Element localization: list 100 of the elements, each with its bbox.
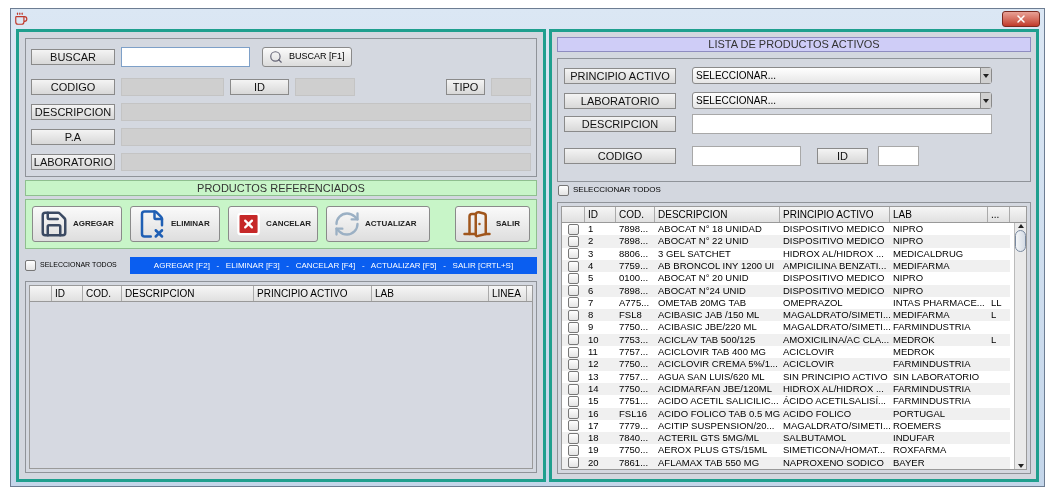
table-cell-text: FSL16: [618, 407, 648, 420]
checkbox[interactable]: [568, 248, 579, 260]
table-cell-text: 7757...: [618, 370, 650, 383]
table-cell-text: SIN PRINCIPIO ACTIVO: [782, 370, 889, 383]
search-button[interactable]: BUSCAR [F1]: [262, 47, 352, 68]
checkbox[interactable]: [568, 432, 579, 444]
scroll-down-icon[interactable]: [1017, 464, 1024, 468]
table-cell-text: ACITIP SUSPENSION/20...: [657, 419, 776, 433]
scrollbar[interactable]: [1014, 223, 1026, 469]
table-cell-text: AMPICILINA BENZATI...: [782, 259, 888, 273]
table-cell-text: 10: [587, 333, 600, 347]
table-cell-text: 7750...: [618, 444, 650, 457]
column-header[interactable]: COD.: [616, 207, 655, 223]
column-header[interactable]: DESCRIPCION: [655, 207, 780, 223]
checkbox[interactable]: [558, 184, 569, 196]
table-cell-text: ROXFARMA: [892, 444, 948, 457]
search-label: BUSCAR: [31, 49, 115, 66]
search-icon: [269, 50, 283, 65]
code-label: CODIGO: [564, 148, 676, 165]
refresh-button[interactable]: ACTUALIZAR: [326, 206, 430, 243]
column-header[interactable]: COD.: [83, 286, 122, 302]
table-cell-text: 1: [587, 223, 595, 236]
scroll-thumb[interactable]: [1015, 230, 1026, 253]
checkbox[interactable]: [568, 309, 579, 321]
table-cell-text: DISPOSITIVO MEDICO: [782, 235, 886, 248]
checkbox[interactable]: [568, 223, 579, 235]
door-icon: [462, 209, 492, 240]
column-header[interactable]: PRINCIPIO ACTIVO: [254, 286, 372, 302]
checkbox[interactable]: [568, 358, 579, 370]
checkbox[interactable]: [568, 371, 579, 383]
table-cell-text: SALBUTAMOL: [782, 432, 848, 445]
exit-button[interactable]: SALIR: [455, 206, 530, 243]
table-cell-text: L: [990, 333, 998, 347]
table-cell-text: 18: [587, 432, 600, 445]
table-cell-text: ROEMERS: [892, 419, 943, 433]
table-cell-text: MAGALDRATO/SIMETI...: [782, 419, 890, 433]
column-header[interactable]: PRINCIPIO ACTIVO: [780, 207, 890, 223]
column-header[interactable]: DESCRIPCION: [122, 286, 254, 302]
checkbox[interactable]: [568, 445, 579, 457]
checkbox[interactable]: [568, 272, 579, 284]
checkbox[interactable]: [568, 408, 579, 420]
checkbox[interactable]: [568, 322, 579, 334]
table-cell-text: NIPRO: [892, 272, 925, 285]
column-header[interactable]: ID: [52, 286, 83, 302]
table-cell-text: A775...: [618, 296, 651, 310]
column-header[interactable]: LINEA: [489, 286, 527, 302]
table-cell-text: FSL8: [618, 309, 643, 322]
table-cell-text: NAPROXENO SODICO: [782, 456, 885, 469]
column-header[interactable]: ID: [585, 207, 616, 223]
table-cell-text: DISPOSITIVO MEDICO: [782, 272, 886, 285]
checkbox[interactable]: [25, 259, 36, 271]
table-cell-text: 20: [587, 456, 600, 469]
checkbox[interactable]: [568, 236, 579, 247]
table-cell-text: 7840...: [618, 432, 650, 445]
table-cell-text: 9: [587, 321, 595, 334]
checkbox[interactable]: [568, 285, 579, 297]
table-cell-text: AB BRONCOL INY 1200 UI: [657, 259, 776, 273]
table-cell-text: 3 GEL SATCHET: [657, 247, 732, 260]
active-ingredient-dropdown[interactable]: SELECCIONAR...: [692, 67, 992, 85]
code-field[interactable]: [692, 146, 801, 167]
description-field[interactable]: [692, 114, 992, 135]
id-field[interactable]: [878, 146, 919, 167]
checkbox[interactable]: [568, 260, 579, 272]
laboratory-dropdown[interactable]: SELECCIONAR...: [692, 92, 992, 110]
checkbox[interactable]: [568, 395, 579, 407]
type-label: TIPO: [446, 79, 485, 96]
close-button[interactable]: [1002, 11, 1040, 28]
active-ingredient-label: PRINCIPIO ACTIVO: [564, 67, 676, 84]
cancel-button[interactable]: CANCELAR: [228, 206, 318, 243]
table-cell-text: OMEPRAZOL: [782, 296, 844, 310]
column-header[interactable]: LAB: [372, 286, 489, 302]
table-cell-text: FARMINDUSTRIA: [892, 382, 972, 396]
table-cell-text: ABOCAT N° 20 UNID: [657, 272, 750, 285]
table-cell-text: PORTUGAL: [892, 407, 947, 420]
table-cell-text: MEDIFARMA: [892, 309, 951, 322]
table-cell-text: L: [990, 309, 998, 322]
table-cell-text: AFLAMAX TAB 550 MG: [657, 456, 761, 469]
column-header[interactable]: ...: [988, 207, 1010, 223]
checkbox[interactable]: [568, 420, 579, 432]
table-cell-text: 7: [587, 296, 595, 310]
table-cell-text: ABOCAT N°24 UNID: [657, 284, 747, 297]
checkbox[interactable]: [568, 346, 579, 358]
checkbox[interactable]: [568, 383, 579, 395]
checkbox[interactable]: [568, 457, 579, 469]
column-header[interactable]: LAB: [890, 207, 988, 223]
description-label: DESCRIPCION: [31, 104, 115, 121]
refresh-icon: [333, 210, 361, 239]
table-cell-text: MEDIFARMA: [892, 259, 951, 273]
table-cell-text: 13: [587, 370, 600, 383]
checkbox[interactable]: [568, 334, 579, 346]
delete-button[interactable]: ELIMINAR: [130, 206, 220, 243]
section-title: PRODUCTOS REFERENCIADOS: [25, 180, 537, 197]
table-cell-text: HIDROX AL/HIDROX ...: [782, 382, 885, 396]
table-cell-text: 7898...: [618, 235, 650, 248]
save-button[interactable]: AGREGAR: [32, 206, 122, 243]
checkbox[interactable]: [568, 297, 579, 309]
search-field[interactable]: [121, 47, 250, 68]
table-cell-text: ACICLOVIR TAB 400 MG: [657, 346, 767, 359]
table-cell-text: FARMINDUSTRIA: [892, 358, 972, 371]
laboratory-label: LABORATORIO: [31, 154, 115, 171]
